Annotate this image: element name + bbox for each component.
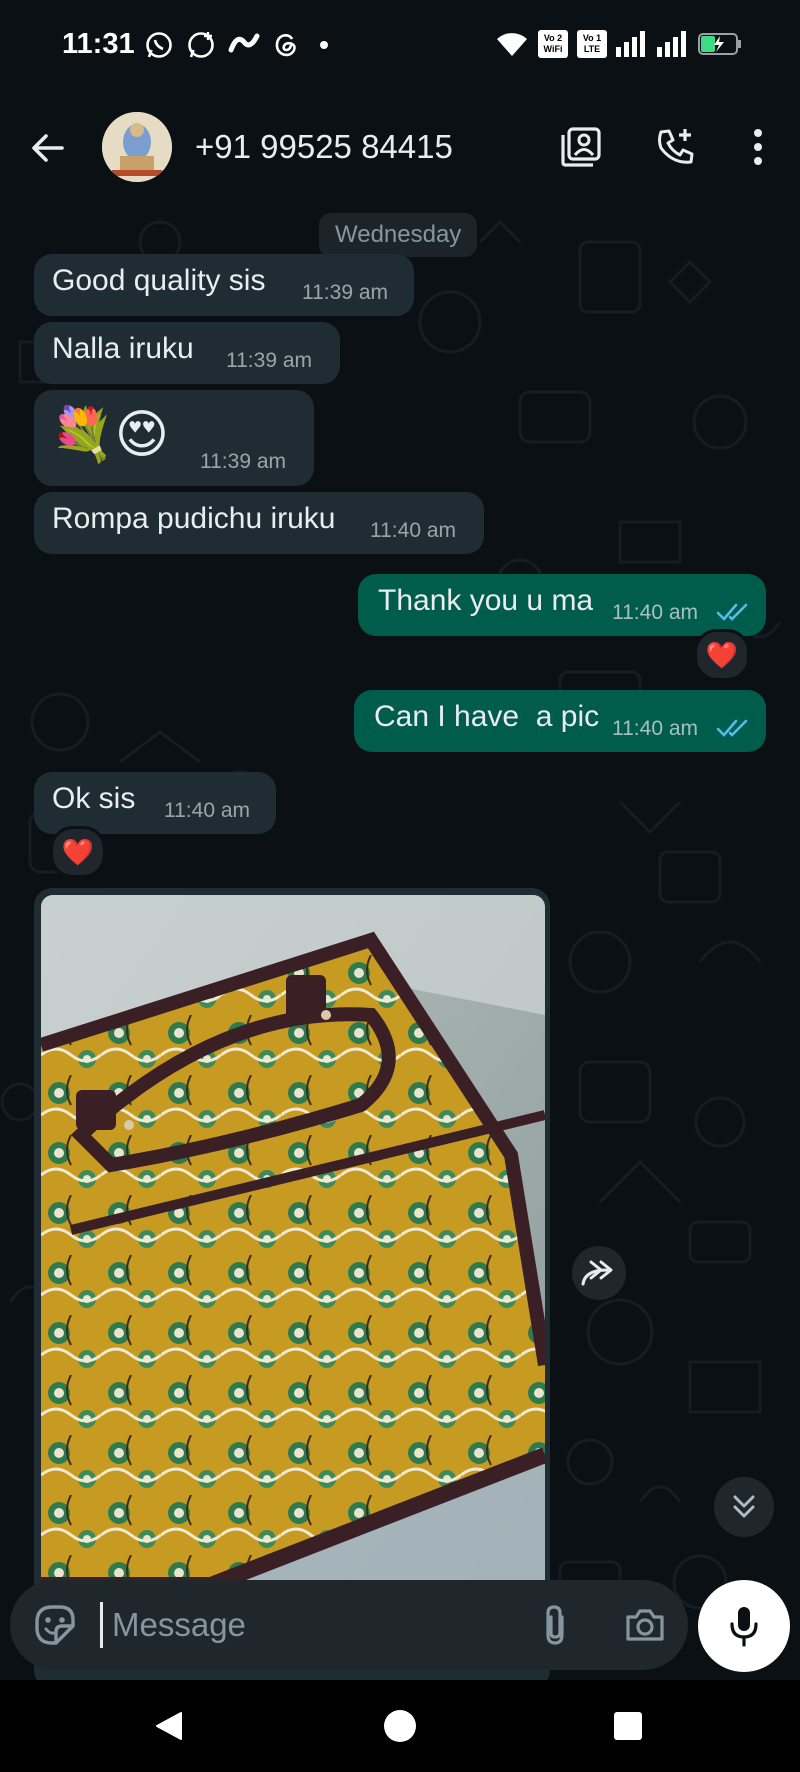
text-caret <box>100 1602 103 1648</box>
camera-icon <box>626 1609 664 1641</box>
message-text: Thank you u ma <box>378 584 594 617</box>
message-time: 11:39 am <box>226 349 312 372</box>
nav-back-button[interactable] <box>148 1704 192 1748</box>
heart-icon: ❤️ <box>705 639 739 670</box>
chat-header: +91 99525 84415 <box>0 92 800 202</box>
scroll-to-bottom-button[interactable] <box>714 1477 774 1537</box>
contact-card-icon <box>561 127 601 167</box>
wifi-icon <box>497 33 527 56</box>
heart-reaction[interactable]: ❤️ <box>694 629 750 681</box>
menu-button[interactable] <box>733 122 783 172</box>
whatsapp-business-icon <box>188 32 214 58</box>
bag-photo-image <box>41 895 545 1595</box>
chat-area[interactable]: Wednesday Good quality sis 11:39 am Nall… <box>0 202 800 1680</box>
signal-icon <box>616 31 645 57</box>
message-bubble-outgoing[interactable]: Can I have a pic 11:40 am <box>354 690 766 752</box>
message-time: 11:39 am <box>200 450 286 473</box>
message-time: 11:39 am <box>302 281 388 304</box>
bag-photo[interactable] <box>41 895 545 1595</box>
notification-icons <box>144 30 328 60</box>
signal-icon-2 <box>657 31 686 57</box>
arrow-left-icon <box>32 134 64 162</box>
message-emoji: 💐😍 <box>50 406 169 464</box>
message-text: Ok sis <box>52 782 136 815</box>
heart-reaction[interactable]: ❤️ <box>50 826 106 878</box>
message-bubble-incoming[interactable]: 💐😍 11:39 am <box>34 390 314 486</box>
date-chip: Wednesday <box>319 213 478 257</box>
more-vertical-icon <box>754 129 762 165</box>
nav-recents-button[interactable] <box>606 1704 650 1748</box>
message-time: 11:40 am <box>612 717 698 740</box>
message-text: Nalla iruku <box>52 332 194 365</box>
battery-icon <box>698 33 741 55</box>
message-bubble-incoming[interactable]: Good quality sis 11:39 am <box>34 254 414 316</box>
volte-badge: Vo 1 LTE <box>577 30 607 58</box>
message-bubble-incoming[interactable]: Nalla iruku 11:39 am <box>34 322 340 384</box>
microphone-icon <box>730 1607 758 1647</box>
message-text: Good quality sis <box>52 264 266 297</box>
camera-button[interactable] <box>620 1600 670 1650</box>
vowifi-badge: Vo 2 WiFi <box>538 30 568 58</box>
message-bubble-outgoing[interactable]: Thank you u ma 11:40 am <box>358 574 766 636</box>
message-composer <box>10 1580 688 1670</box>
whatsapp-icon <box>146 32 172 58</box>
square-recents-icon <box>614 1712 642 1740</box>
add-call-icon <box>658 129 694 164</box>
heart-icon: ❤️ <box>61 836 95 867</box>
more-notifications-dot <box>320 41 328 49</box>
sticker-icon <box>35 1605 75 1645</box>
add-call-button[interactable] <box>651 122 701 172</box>
system-nav-bar <box>0 1680 800 1772</box>
sticker-button[interactable] <box>32 1602 78 1648</box>
threads-icon <box>275 34 296 57</box>
paperclip-icon <box>546 1605 564 1645</box>
avatar-image <box>102 112 172 182</box>
status-time: 11:31 <box>62 28 135 60</box>
back-button[interactable] <box>26 126 70 170</box>
forward-button[interactable] <box>572 1246 626 1300</box>
message-input[interactable] <box>104 1580 520 1670</box>
contact-name[interactable]: +91 99525 84415 <box>195 128 453 166</box>
message-time: 11:40 am <box>612 601 698 624</box>
voice-message-button[interactable] <box>698 1580 790 1672</box>
read-ticks-icon <box>716 719 748 737</box>
message-text: Rompa pudichu iruku <box>52 502 336 535</box>
nav-home-button[interactable] <box>378 1704 422 1748</box>
forward-icon <box>581 1260 613 1286</box>
app-notification-icon <box>228 33 260 53</box>
message-time: 11:40 am <box>370 519 456 542</box>
message-bubble-incoming[interactable]: Rompa pudichu iruku 11:40 am <box>34 492 484 554</box>
message-text: Can I have a pic <box>374 700 600 733</box>
circle-home-icon <box>384 1710 416 1742</box>
avatar[interactable] <box>102 112 172 182</box>
contact-card-button[interactable] <box>556 122 606 172</box>
message-time: 11:40 am <box>164 799 250 822</box>
system-icons: Vo 2 WiFi Vo 1 LTE <box>495 30 742 58</box>
status-bar: 11:31 Vo 2 WiFi Vo 1 LTE <box>0 0 800 92</box>
triangle-back-icon <box>156 1712 182 1740</box>
double-chevron-down-icon <box>733 1495 755 1518</box>
message-bubble-incoming[interactable]: Ok sis 11:40 am <box>34 772 276 834</box>
read-ticks-icon <box>716 603 748 621</box>
attach-button[interactable] <box>530 1600 580 1650</box>
